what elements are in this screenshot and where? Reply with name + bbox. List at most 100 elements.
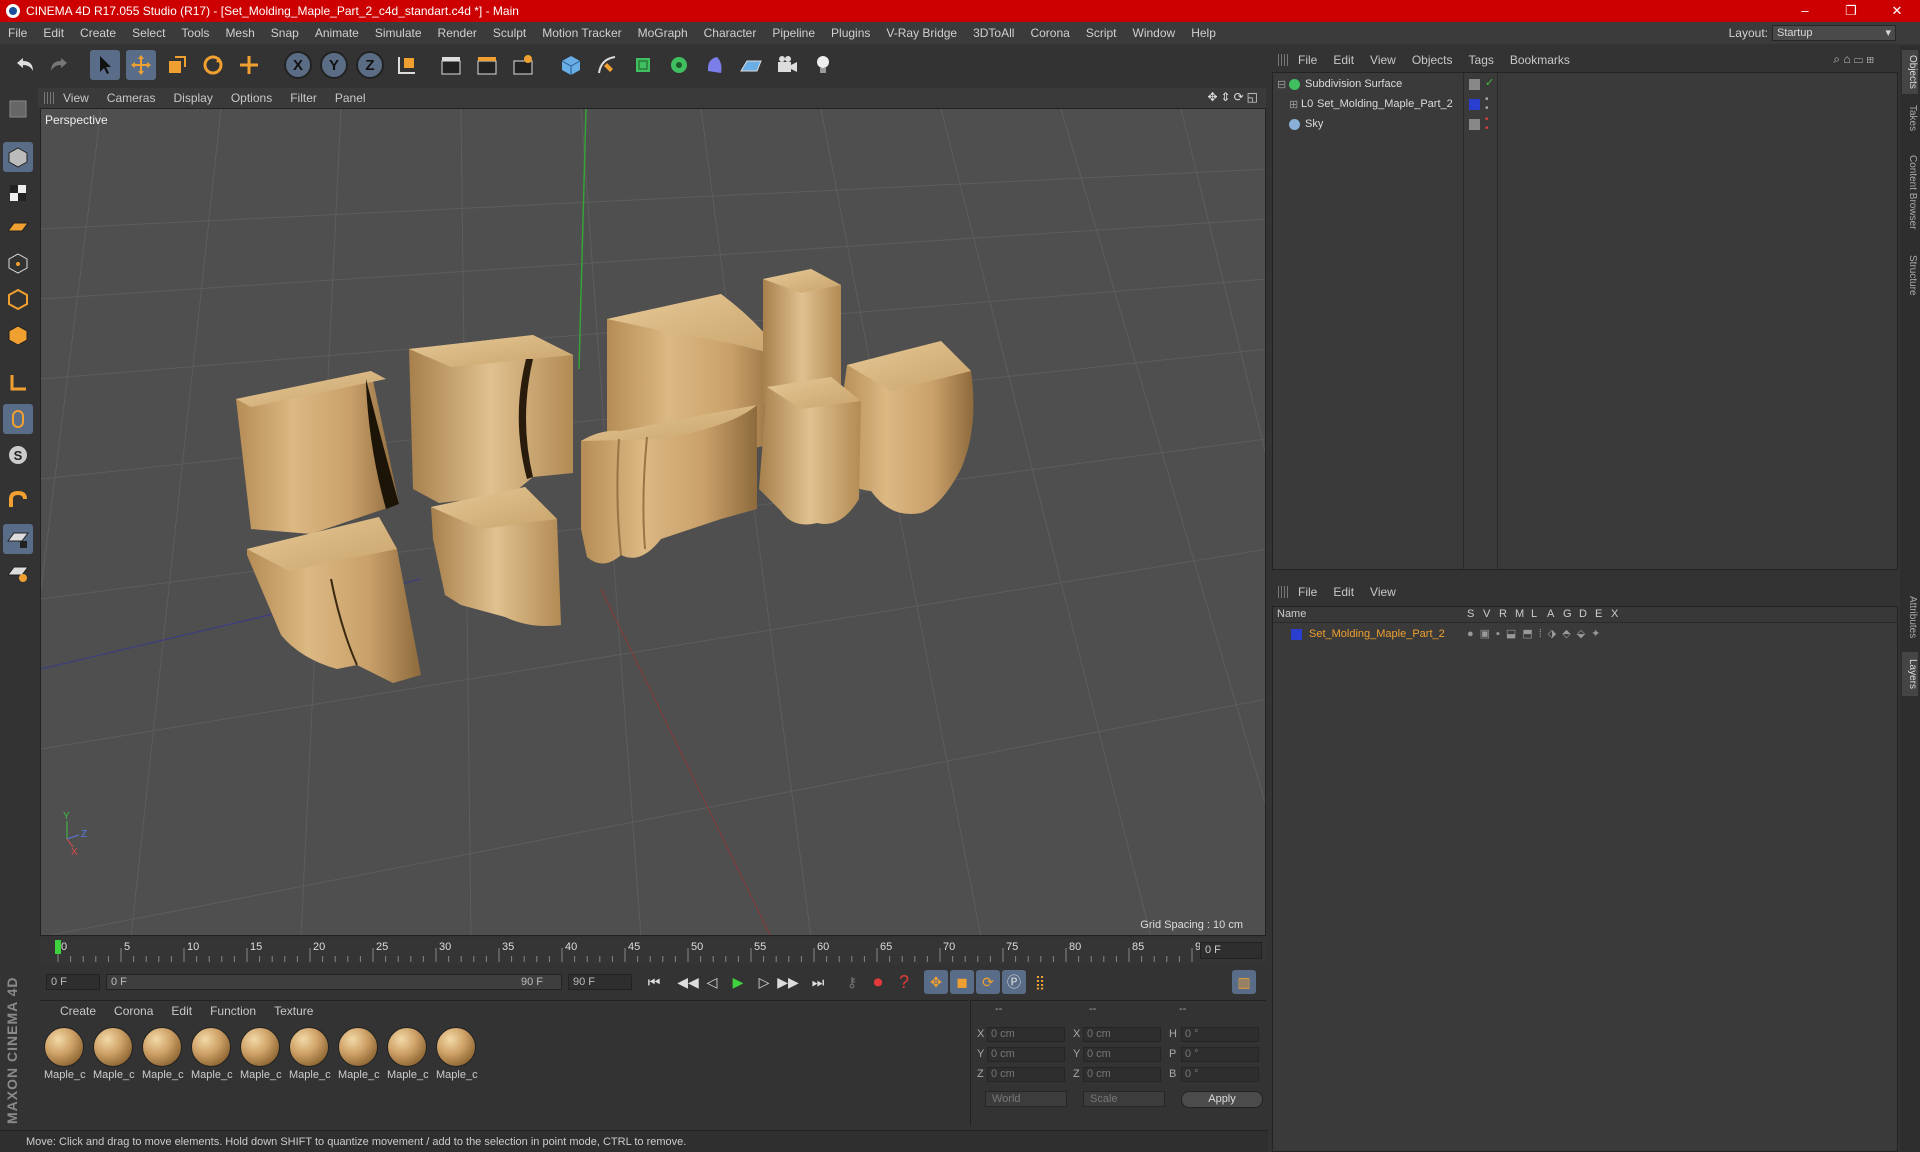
end-frame-field[interactable]: 90 F (568, 974, 632, 990)
close-button[interactable]: ✕ (1874, 0, 1920, 22)
go-to-start-button[interactable]: ⏮ (642, 970, 666, 994)
menu-simulate[interactable]: Simulate (367, 22, 430, 44)
add-cube-button[interactable] (556, 50, 586, 80)
layout-dropdown[interactable]: Startup (1772, 25, 1896, 41)
menu-3dtoall[interactable]: 3DToAll (965, 22, 1022, 44)
viewport-menu-cameras[interactable]: Cameras (98, 91, 165, 105)
points-mode-button[interactable] (3, 248, 33, 278)
add-spline-button[interactable] (592, 50, 622, 80)
position-x-field[interactable]: 0 cm (987, 1027, 1065, 1042)
object-menu-view[interactable]: View (1362, 53, 1404, 67)
column-g[interactable]: G (1563, 608, 1572, 620)
add-subdivision-button[interactable] (628, 50, 658, 80)
column-r[interactable]: R (1499, 608, 1507, 620)
menu-corona[interactable]: Corona (1022, 22, 1077, 44)
column-l[interactable]: L (1531, 608, 1537, 620)
keyframe-selection-button[interactable]: ⚷ (840, 970, 864, 994)
perspective-viewport[interactable]: Y Z X Perspective Grid Spacing : 10 cm (40, 108, 1266, 936)
previous-key-button[interactable]: ◀◀ (676, 970, 700, 994)
column-name[interactable]: Name (1277, 608, 1306, 620)
panel-grip-icon[interactable] (44, 92, 54, 104)
dolly-view-icon[interactable]: ⇕ (1221, 90, 1231, 104)
workplane-align-button[interactable] (3, 558, 33, 588)
menu-vray-bridge[interactable]: V-Ray Bridge (878, 22, 965, 44)
material-swatch[interactable]: Maple_c (336, 1025, 380, 1083)
model-mode-button[interactable] (3, 142, 33, 172)
x-axis-lock-button[interactable]: X (284, 51, 312, 79)
tab-structure[interactable]: Structure (1902, 246, 1918, 304)
z-axis-lock-button[interactable]: Z (356, 51, 384, 79)
material-menu-edit[interactable]: Edit (162, 1004, 201, 1018)
menu-sculpt[interactable]: Sculpt (485, 22, 534, 44)
rotation-h-field[interactable]: 0 ° (1181, 1027, 1259, 1042)
add-mograph-button[interactable] (664, 50, 694, 80)
tab-layers[interactable]: Layers (1902, 652, 1918, 696)
key-pla-button[interactable]: ⣿ (1028, 970, 1052, 994)
menu-file[interactable]: File (0, 22, 35, 44)
playhead-marker[interactable] (55, 940, 61, 954)
undo-button[interactable] (10, 50, 40, 80)
position-y-field[interactable]: 0 cm (987, 1047, 1065, 1062)
next-frame-button[interactable]: ▷ (752, 970, 776, 994)
menu-mograph[interactable]: MoGraph (630, 22, 696, 44)
visibility-dots-icon[interactable]: • • (1485, 115, 1489, 134)
autokey-button[interactable]: ? (892, 970, 916, 994)
material-swatch[interactable]: Maple_c (287, 1025, 331, 1083)
size-z-field[interactable]: 0 cm (1083, 1067, 1161, 1082)
render-settings-button[interactable] (508, 50, 538, 80)
pan-view-icon[interactable]: ✥ (1207, 90, 1217, 104)
key-scale-button[interactable]: ◼ (950, 970, 974, 994)
column-e[interactable]: E (1595, 608, 1602, 620)
size-y-field[interactable]: 0 cm (1083, 1047, 1161, 1062)
material-swatch[interactable]: Maple_c (140, 1025, 184, 1083)
material-menu-function[interactable]: Function (201, 1004, 265, 1018)
move-tool-button[interactable] (126, 50, 156, 80)
add-deformer-button[interactable] (700, 50, 730, 80)
material-swatch[interactable]: Maple_c (385, 1025, 429, 1083)
layer-menu-view[interactable]: View (1362, 585, 1404, 599)
key-parameter-button[interactable]: Ⓟ (1002, 970, 1026, 994)
object-menu-bookmarks[interactable]: Bookmarks (1502, 53, 1578, 67)
menu-plugins[interactable]: Plugins (823, 22, 878, 44)
record-button[interactable]: ⏺ (866, 970, 890, 994)
tab-content-browser[interactable]: Content Browser (1902, 142, 1918, 242)
rotation-p-field[interactable]: 0 ° (1181, 1047, 1259, 1062)
maximize-button[interactable]: ❐ (1828, 0, 1874, 22)
menu-animate[interactable]: Animate (307, 22, 367, 44)
object-row[interactable]: Sky • • (1273, 115, 1897, 135)
menu-render[interactable]: Render (430, 22, 485, 44)
current-frame-field[interactable]: 0 F (1200, 942, 1262, 959)
timeline-window-button[interactable]: ▥ (1232, 970, 1256, 994)
material-menu-texture[interactable]: Texture (265, 1004, 322, 1018)
rotate-tool-button[interactable] (198, 50, 228, 80)
transform-tool-button[interactable] (234, 50, 264, 80)
enabled-check-icon[interactable]: ✓ (1485, 76, 1494, 89)
tab-attributes[interactable]: Attributes (1902, 586, 1918, 648)
column-x[interactable]: X (1611, 608, 1618, 620)
add-camera-button[interactable] (772, 50, 802, 80)
snap-button[interactable]: S (3, 440, 33, 470)
visibility-dots-icon[interactable]: • • (1485, 95, 1489, 114)
menu-snap[interactable]: Snap (263, 22, 307, 44)
layer-row[interactable]: Set_Molding_Maple_Part_2 ●▣▪⬓⬒⁞⬗⬘⬙✦ (1273, 625, 1897, 645)
next-key-button[interactable]: ▶▶ (776, 970, 800, 994)
viewport-menu-view[interactable]: View (54, 91, 98, 105)
coordinate-system-button[interactable] (392, 50, 422, 80)
material-menu-corona[interactable]: Corona (105, 1004, 162, 1018)
axis-mode-button[interactable] (3, 368, 33, 398)
material-swatch[interactable]: Maple_c (238, 1025, 282, 1083)
column-a[interactable]: A (1547, 608, 1554, 620)
column-m[interactable]: M (1515, 608, 1524, 620)
layer-toggles-icon[interactable]: ●▣▪⬓⬒⁞⬗⬘⬙✦ (1467, 627, 1606, 640)
object-row[interactable]: ⊞ L0 Set_Molding_Maple_Part_2 • • (1273, 95, 1897, 115)
render-view-button[interactable] (436, 50, 466, 80)
minimize-button[interactable]: – (1782, 0, 1828, 22)
material-swatch[interactable]: Maple_c (434, 1025, 478, 1083)
magnet-button[interactable] (3, 486, 33, 516)
position-z-field[interactable]: 0 cm (987, 1067, 1065, 1082)
collapse-icon[interactable]: ⊟ (1277, 78, 1286, 91)
toggle-view-icon[interactable]: ◱ (1247, 90, 1258, 104)
menu-script[interactable]: Script (1078, 22, 1125, 44)
frame-range-slider[interactable]: 0 F 90 F (106, 974, 562, 990)
panel-grip-icon[interactable] (1278, 54, 1288, 66)
